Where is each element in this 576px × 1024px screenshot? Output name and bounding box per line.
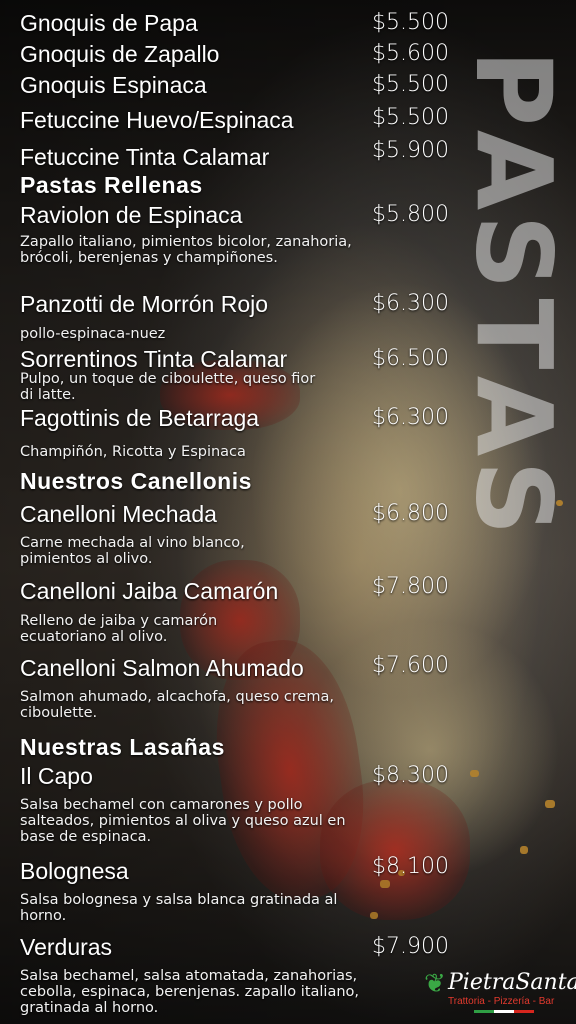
leaf-icon: ❦ (424, 968, 446, 998)
side-title-letter: A (452, 375, 574, 457)
item-description: Salsa bechamel, salsa atomatada, zanahor… (20, 968, 360, 1016)
item-name: Gnoquis de Papa (20, 10, 198, 36)
item-name: Fetuccine Huevo/Espinaca (20, 107, 294, 133)
item-price: $8.100 (372, 854, 449, 879)
item-description: Relleno de jaiba y camarón ecuatoriano a… (20, 613, 218, 645)
logo-name: PietraSanta (448, 970, 576, 995)
item-description: Salsa bolognesa y salsa blanca gratinada… (20, 892, 338, 924)
logo-tagline: Trattoria - Pizzería - Bar (448, 996, 555, 1007)
item-price: $5.500 (372, 10, 449, 35)
item-name: Raviolon de Espinaca (20, 202, 243, 228)
item-name: Gnoquis de Zapallo (20, 41, 220, 67)
item-name: Fagottinis de Betarraga (20, 405, 260, 431)
section-title-rellenas: Pastas Rellenas (20, 172, 203, 198)
item-price: $7.900 (372, 934, 449, 959)
item-price: $5.800 (372, 202, 449, 227)
item-name: Sorrentinos Tinta Calamar (20, 346, 288, 372)
item-price: $6.800 (372, 501, 449, 526)
item-description: Salsa bechamel con camarones y pollo sal… (20, 797, 346, 845)
italian-flag-stripe (474, 1010, 534, 1013)
side-title-letter: S (452, 214, 574, 290)
item-name: Verduras (20, 934, 113, 960)
item-price: $5.600 (372, 41, 449, 66)
side-title-letter: T (451, 298, 574, 370)
side-title-letter: S (452, 460, 574, 536)
item-name: Canelloni Salmon Ahumado (20, 655, 304, 681)
item-price: $6.500 (372, 346, 449, 371)
item-price: $7.800 (372, 574, 449, 599)
item-name: Canelloni Jaiba Camarón (20, 578, 279, 604)
item-description: pollo-espinaca-nuez (20, 326, 166, 342)
item-description: Carne mechada al vino blanco, pimientos … (20, 535, 245, 567)
item-name: Panzotti de Morrón Rojo (20, 291, 269, 317)
item-description: Pulpo, un toque de ciboulette, queso fio… (20, 371, 316, 403)
item-description: Champiñón, Ricotta y Espinaca (20, 444, 246, 460)
item-name: Canelloni Mechada (20, 501, 217, 527)
section-title-lasanas: Nuestras Lasañas (20, 734, 225, 760)
item-price: $5.500 (372, 72, 449, 97)
item-price: $7.600 (372, 653, 449, 678)
item-name: Bolognesa (20, 858, 129, 884)
item-price: $5.900 (372, 138, 449, 163)
section-title-canellonis: Nuestros Canellonis (20, 468, 252, 494)
restaurant-logo: ❦ PietraSanta Trattoria - Pizzería - Bar (424, 968, 576, 1020)
item-description: Salmon ahumado, alcachofa, queso crema, … (20, 689, 335, 721)
item-name: Il Capo (20, 763, 93, 789)
item-price: $8.300 (372, 763, 449, 788)
item-price: $5.500 (372, 105, 449, 130)
side-title-letter: A (452, 129, 574, 211)
item-name: Fetuccine Tinta Calamar (20, 144, 270, 170)
item-description: Zapallo italiano, pimientos bicolor, zan… (20, 234, 352, 266)
item-price: $6.300 (372, 405, 449, 430)
pastas-vertical-title: P A S T A S (448, 48, 576, 548)
item-name: Gnoquis Espinaca (20, 72, 207, 98)
item-price: $6.300 (372, 291, 449, 316)
side-title-letter: P (451, 49, 574, 127)
